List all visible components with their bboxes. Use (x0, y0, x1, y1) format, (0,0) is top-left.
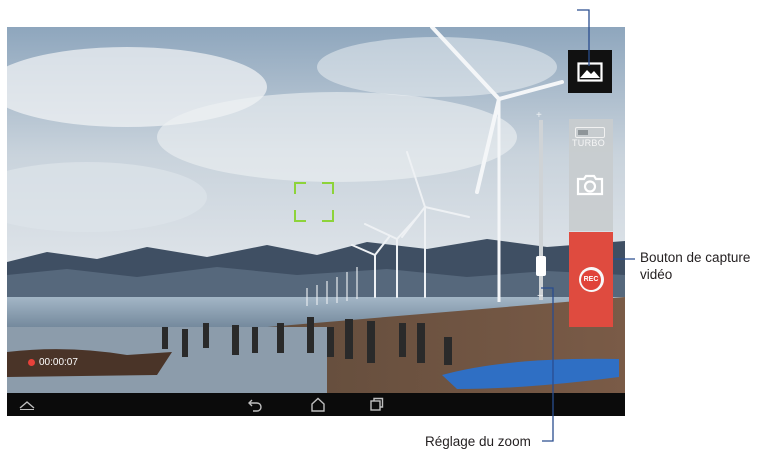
focus-frame (294, 182, 334, 222)
hide-bar-icon (19, 400, 35, 410)
turbo-toggle[interactable] (575, 127, 605, 138)
home-icon (311, 397, 325, 412)
zoom-callout: Réglage du zoom (425, 434, 531, 449)
gallery-button[interactable] (568, 50, 612, 93)
zoom-slider-handle[interactable] (536, 256, 546, 276)
turbo-toggle-knob (578, 130, 588, 135)
navigation-bar (7, 393, 625, 416)
recent-apps-icon (369, 397, 383, 411)
recent-apps-button[interactable] (364, 395, 388, 414)
rec-label: REC (581, 269, 601, 290)
camera-viewfinder[interactable]: 00:00:07 (7, 27, 625, 393)
home-button[interactable] (306, 395, 330, 414)
zoom-out-label: − (537, 290, 544, 302)
rec-icon: REC (578, 267, 604, 292)
turbo-label: TURBO (572, 138, 605, 148)
recording-time: 00:00:07 (39, 357, 78, 368)
camera-icon (576, 174, 604, 196)
camera-mode-button[interactable] (573, 169, 607, 201)
recording-indicator-icon (28, 359, 35, 366)
hide-bar-button[interactable] (15, 395, 39, 414)
back-button[interactable] (243, 395, 267, 414)
gallery-icon (577, 61, 603, 82)
video-capture-button[interactable]: REC (569, 232, 613, 327)
recording-timer: 00:00:07 (28, 357, 78, 368)
tablet-screen: 00:00:07 + − TURBO REC (7, 27, 625, 416)
capture-button-callout: Bouton de capture vidéo (640, 250, 751, 282)
back-icon (248, 399, 262, 412)
